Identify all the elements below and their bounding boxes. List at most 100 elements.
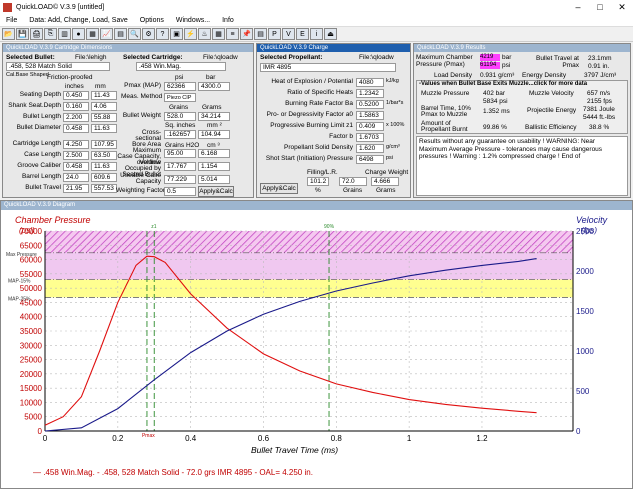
settings-icon[interactable]: ⚙ xyxy=(142,28,155,40)
menu-windows[interactable]: Windows... xyxy=(170,17,216,24)
zoom-icon[interactable]: 🔍 xyxy=(128,28,141,40)
cartridge.rows2-inches-field-0[interactable]: 4.250 xyxy=(63,140,89,149)
cartridge.rows-mm-field-2[interactable]: 55.88 xyxy=(91,113,117,122)
exit-icon[interactable]: ⏏ xyxy=(324,28,337,40)
cartridge.rows2-inches-field-3[interactable]: 24.0 xyxy=(63,173,89,182)
friction-proofed-checkbox[interactable]: Friction-proofed xyxy=(47,74,93,81)
muzzle-values-header[interactable]: -Values when Bullet Base Exits Muzzle...… xyxy=(419,81,587,87)
charge-param-field-4[interactable]: 0.409 xyxy=(356,122,384,131)
cartridge.rows2-mm-field-4[interactable]: 557.53 xyxy=(91,184,117,193)
bolt-icon[interactable]: ⚡ xyxy=(184,28,197,40)
cartridge.rows2-inches-field-2[interactable]: 0.458 xyxy=(63,162,89,171)
energy-icon[interactable]: E xyxy=(296,28,309,40)
save-icon[interactable]: 💾 xyxy=(16,28,29,40)
bore-area-mm-field[interactable]: 104.94 xyxy=(198,130,230,139)
info-icon[interactable]: i xyxy=(310,28,323,40)
volume-bullet-grains-field[interactable]: 17.767 xyxy=(164,162,196,171)
cartridge-panel: QuickLOAD V.3.9 Cartridge Dimensions Sel… xyxy=(2,43,254,198)
muzzle-velocity-label: Muzzle Velocity xyxy=(529,90,574,97)
report-icon[interactable]: ▤ xyxy=(254,28,267,40)
cartridge.rows2-inches-field-1[interactable]: 2.500 xyxy=(63,151,89,160)
help-icon[interactable]: ? xyxy=(156,28,169,40)
cartridge.rows-inches-field-3[interactable]: 0.458 xyxy=(63,124,89,133)
cartridge.rows-mm-field-3[interactable]: 11.63 xyxy=(91,124,117,133)
menu-info[interactable]: Info xyxy=(216,17,240,24)
copy-icon[interactable]: ⎘ xyxy=(44,28,57,40)
cartridge.rows2-inches-field-4[interactable]: 21.95 xyxy=(63,184,89,193)
max-case-cap-grains-field[interactable]: 95.00 xyxy=(164,149,196,158)
menu-bar: File Data: Add, Change, Load, Save Optio… xyxy=(0,14,633,27)
menu-data[interactable]: Data: Add, Change, Load, Save xyxy=(23,17,133,24)
chart-icon[interactable]: 📈 xyxy=(100,28,113,40)
cartridge.rows-inches-field-0[interactable]: 0.450 xyxy=(63,91,89,100)
volume-bullet-cm3-field[interactable]: 1.154 xyxy=(198,162,230,171)
charge-param-label-2: Burning Rate Factor Ba xyxy=(285,100,353,107)
bullet-weight-grams-field[interactable]: 34.214 xyxy=(198,112,230,121)
powder-icon[interactable]: ▦ xyxy=(86,28,99,40)
cartridge.rows-inches-field-2[interactable]: 2.200 xyxy=(63,113,89,122)
cartridge.rows-mm-field-0[interactable]: 11.43 xyxy=(91,91,117,100)
cartridge-select[interactable]: .458 Win.Mag. xyxy=(136,62,226,71)
close-button[interactable]: ✕ xyxy=(611,0,633,14)
muzzle-values-group[interactable]: -Values when Bullet Base Exits Muzzle...… xyxy=(416,80,628,134)
charge-param-field-5[interactable]: 1.6703 xyxy=(356,133,384,142)
pmax-psi-field[interactable]: 62366 xyxy=(164,82,196,91)
bullet-select[interactable]: .458, 528 Match Solid xyxy=(6,62,110,71)
list-icon[interactable]: ≡ xyxy=(226,28,239,40)
results-message-box[interactable]: Results without any guarantee on usabili… xyxy=(416,136,628,196)
meas-method-field[interactable]: Piezo CIP xyxy=(164,93,196,102)
table-icon[interactable]: ▤ xyxy=(114,28,127,40)
menu-options[interactable]: Options xyxy=(134,17,170,24)
filling-field[interactable]: 101.2 xyxy=(307,177,329,186)
charge-grains-field[interactable]: 72.0 xyxy=(339,177,367,186)
charge-apply-calc-button[interactable]: Apply&Calc xyxy=(260,183,298,194)
charge-param-label-3: Pro- or Degressivity Factor a0 xyxy=(266,111,353,118)
pmax-marker-label: Pmax xyxy=(142,433,155,439)
cartridge.rows2-mm-field-2[interactable]: 11.63 xyxy=(91,162,117,171)
maximize-button[interactable]: □ xyxy=(589,0,611,14)
cartridge.rows2-mm-field-1[interactable]: 63.50 xyxy=(91,151,117,160)
calc-icon[interactable]: ▣ xyxy=(170,28,183,40)
bullet-weight-grains-field[interactable]: 528.0 xyxy=(164,112,196,121)
pressure-icon[interactable]: P xyxy=(268,28,281,40)
cartridge.rows2-mm-field-0[interactable]: 107.95 xyxy=(91,140,117,149)
pmax-bar-field[interactable]: 4300.0 xyxy=(198,82,230,91)
charge-param-field-2[interactable]: 0.5200 xyxy=(356,100,384,109)
y-tick-label-2: 10000 xyxy=(20,398,43,407)
window-title: QuickLOAD© V.3.9 [untitled] xyxy=(16,3,105,11)
cal-base-checkbox[interactable]: Cal.Base Shaped xyxy=(6,72,49,78)
flame-icon[interactable]: ♨ xyxy=(198,28,211,40)
charge-param-field-1[interactable]: 1.2342 xyxy=(356,89,384,98)
print-icon[interactable]: 🖨 xyxy=(30,28,43,40)
cartridge.rows2-label-4: Bullet Travel xyxy=(25,184,61,191)
cartridge.rows2-mm-field-3[interactable]: 609.6 xyxy=(91,173,117,182)
minimize-button[interactable]: – xyxy=(567,0,589,14)
charge-param-field-3[interactable]: 1.5863 xyxy=(356,111,384,120)
usable-case-cap-grains-field[interactable]: 77.229 xyxy=(164,175,196,184)
charge-param-field-0[interactable]: 4080 xyxy=(356,78,384,87)
pin-icon[interactable]: 📌 xyxy=(240,28,253,40)
bore-area-in-field[interactable]: .162657 xyxy=(164,130,196,139)
grid-icon[interactable]: ▦ xyxy=(212,28,225,40)
charge-param-unit-0: kJ/kg xyxy=(386,78,399,84)
cartridge.rows-mm-field-1[interactable]: 4.06 xyxy=(91,102,117,111)
cartridge-icon[interactable]: ▥ xyxy=(58,28,71,40)
charge-param-field-7[interactable]: 6498 xyxy=(356,155,384,164)
max-case-cap-cm3-field[interactable]: 6.168 xyxy=(198,149,230,158)
menu-file[interactable]: File xyxy=(0,17,23,24)
usable-case-cap-cm3-field[interactable]: 5.014 xyxy=(198,175,230,184)
weighting-factor-field[interactable]: 0.5 xyxy=(164,187,196,196)
bullet-icon[interactable]: ● xyxy=(72,28,85,40)
propellant-select[interactable]: IMR 4895 xyxy=(260,63,396,72)
bullet-file-label: File:\lehigh xyxy=(75,54,107,61)
cartridge-file-label: File:\qloadw xyxy=(203,54,238,61)
charge-grams-field[interactable]: 4.666 xyxy=(371,177,399,186)
open-icon[interactable]: 📂 xyxy=(2,28,15,40)
velocity-icon[interactable]: V xyxy=(282,28,295,40)
cartridge.rows-inches-field-1[interactable]: 0.160 xyxy=(63,102,89,111)
propellant-burnt-label: Amount of Propellant Burnt xyxy=(421,120,468,133)
grams-unit: Grams xyxy=(376,187,396,194)
cartridge-apply-calc-button[interactable]: Apply&Calc xyxy=(198,186,234,197)
barrel-time-value: 1.352 ms xyxy=(483,108,510,115)
charge-param-field-6[interactable]: 1.620 xyxy=(356,144,384,153)
